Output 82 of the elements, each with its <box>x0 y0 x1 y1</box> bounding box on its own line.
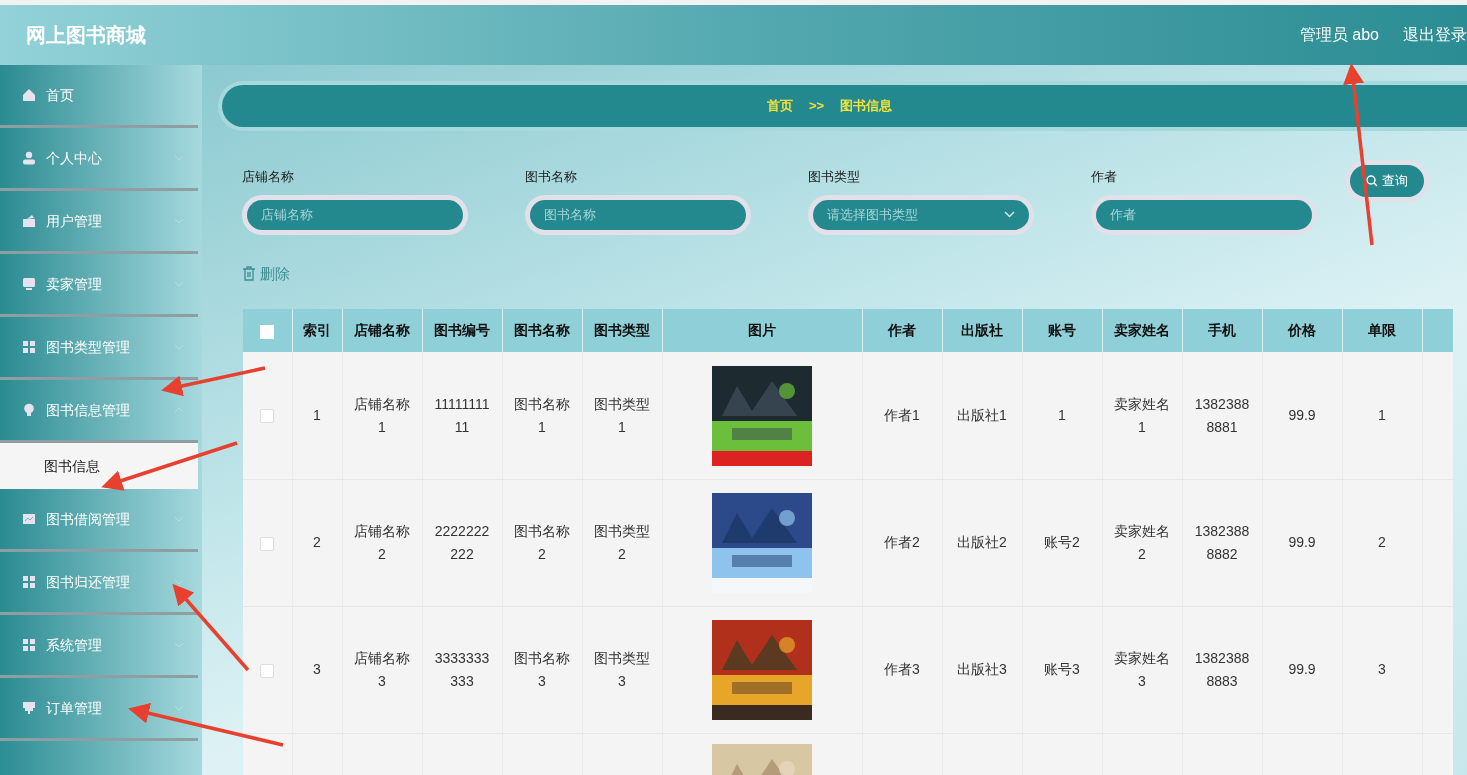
table-cell: 99.9 <box>1262 479 1342 607</box>
table-cell: 作者1 <box>862 352 942 480</box>
trash-icon <box>242 266 256 282</box>
id-card-icon <box>22 214 36 228</box>
table-cell: 图书类型1 <box>582 352 662 480</box>
breadcrumb-link[interactable]: 首页 <box>767 96 793 116</box>
pin-icon <box>22 701 36 715</box>
table-cell: 2222222222 <box>422 479 502 607</box>
search-icon <box>1366 175 1378 187</box>
column-header: 索引 <box>292 309 342 353</box>
table-cell: 99.9 <box>1262 606 1342 734</box>
table-cell: 账号2 <box>1022 479 1102 607</box>
table-cell: 出版社3 <box>942 606 1022 734</box>
field-label: 图书类型 <box>808 168 861 186</box>
table-cell: 3 <box>1342 606 1422 734</box>
table-cell: 13823888883 <box>1182 606 1262 734</box>
table-cell: 1 <box>1022 352 1102 480</box>
table-cell: 2 <box>292 479 342 607</box>
column-header: 图书类型 <box>582 309 662 353</box>
table-cell: 13823888881 <box>1182 352 1262 480</box>
table-cell: 图书名称2 <box>502 479 582 607</box>
bulb-icon <box>22 403 36 417</box>
table-cell: 3 <box>292 606 342 734</box>
table-cell: 1111111111 <box>422 352 502 480</box>
monitor-icon <box>22 277 36 291</box>
breadcrumb-link[interactable]: 图书信息 <box>840 96 893 116</box>
table-cell: 作者3 <box>862 606 942 734</box>
breadcrumb-separator: >> <box>809 97 825 116</box>
column-header: 出版社 <box>942 309 1022 353</box>
submenu-item[interactable]: 图书信息 <box>0 443 198 489</box>
table-cell: 99.9 <box>1262 352 1342 480</box>
search-field[interactable]: 作者 <box>1096 199 1312 230</box>
field-label: 店铺名称 <box>242 168 295 186</box>
select-all-checkbox[interactable] <box>260 324 275 339</box>
chevron-down-icon <box>1004 211 1015 218</box>
table-cell: 图书类型3 <box>582 606 662 734</box>
app-title: 网上图书商城 <box>25 23 146 48</box>
table-cell: 1 <box>1342 352 1422 480</box>
table-cell: 卖家姓名1 <box>1102 352 1182 480</box>
table-cell: 2 <box>1342 479 1422 607</box>
field-label: 作者 <box>1091 168 1118 186</box>
delete-button[interactable]: 删除 <box>242 262 290 285</box>
grid-icon <box>22 340 36 354</box>
table-cell: 卖家姓名2 <box>1102 479 1182 607</box>
column-header: 单限 <box>1342 309 1422 353</box>
table-cell: 店铺名称2 <box>342 479 422 607</box>
column-header: 作者 <box>862 309 942 353</box>
search-field[interactable]: 图书名称 <box>530 199 746 230</box>
table-cell: 店铺名称3 <box>342 606 422 734</box>
column-header: 图书名称 <box>502 309 582 353</box>
column-header: 卖家姓名 <box>1102 309 1182 353</box>
table-cell: 图书名称3 <box>502 606 582 734</box>
grid-icon <box>22 638 36 652</box>
table-cell: 3333333333 <box>422 606 502 734</box>
row-checkbox[interactable] <box>260 536 275 551</box>
table-cell: 账号3 <box>1022 606 1102 734</box>
table-cell: 出版社1 <box>942 352 1022 480</box>
field-label: 图书名称 <box>525 168 578 186</box>
row-checkbox[interactable] <box>260 409 275 424</box>
row-checkbox[interactable] <box>260 663 275 678</box>
table-cell: 13823888882 <box>1182 479 1262 607</box>
table-cell: 图书名称1 <box>502 352 582 480</box>
type-select[interactable]: 请选择图书类型 <box>813 199 1029 230</box>
person-icon <box>22 151 36 165</box>
column-header: 手机 <box>1182 309 1262 353</box>
column-header: 价格 <box>1262 309 1342 353</box>
table-cell: 店铺名称1 <box>342 352 422 480</box>
column-header: 店铺名称 <box>342 309 422 353</box>
logout-link[interactable]: 退出登录 <box>1403 23 1467 47</box>
column-header: 账号 <box>1022 309 1102 353</box>
grid-icon <box>22 575 36 589</box>
table-cell: 出版社2 <box>942 479 1022 607</box>
column-header: 图片 <box>662 309 862 353</box>
search-field[interactable]: 店铺名称 <box>247 199 463 230</box>
column-header: 图书编号 <box>422 309 502 353</box>
table-cell: 图书类型2 <box>582 479 662 607</box>
table-cell: 卖家姓名3 <box>1102 606 1182 734</box>
image-icon <box>22 512 36 526</box>
home-icon <box>22 88 36 102</box>
table-cell: 作者2 <box>862 479 942 607</box>
admin-label: 管理员 abo <box>1299 25 1379 45</box>
table-cell: 1 <box>292 352 342 480</box>
